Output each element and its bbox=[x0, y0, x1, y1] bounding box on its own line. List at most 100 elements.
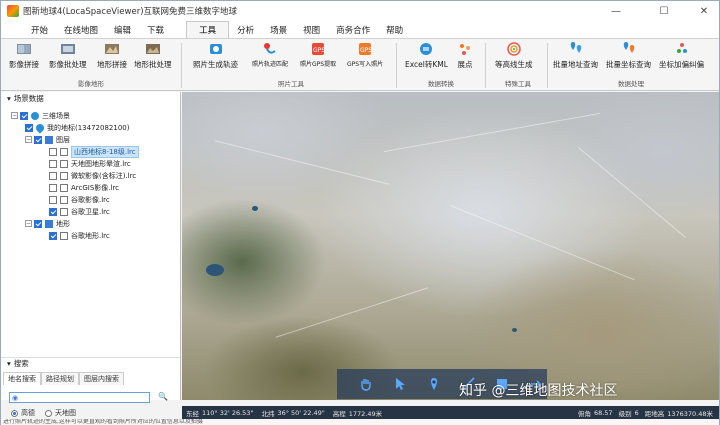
contour-icon bbox=[507, 42, 521, 56]
search-input-box: ◉ bbox=[9, 392, 150, 403]
globe-icon bbox=[31, 111, 39, 120]
collapse-toggle-icon[interactable]: − bbox=[25, 136, 32, 143]
layer-file-icon bbox=[60, 159, 68, 168]
layer-item[interactable]: 谷歌影像.lrc bbox=[49, 194, 110, 205]
watermark: 知乎 @三维地图技术社区 bbox=[459, 383, 618, 399]
checkbox[interactable] bbox=[34, 219, 42, 228]
close-button[interactable]: ✕ bbox=[689, 1, 719, 21]
radio-amap[interactable] bbox=[11, 409, 18, 417]
collapse-toggle-icon[interactable]: − bbox=[25, 220, 32, 227]
tab-online-map[interactable]: 在线地图 bbox=[56, 21, 106, 38]
tab-scene[interactable]: 场景 bbox=[262, 21, 295, 38]
ribbon-toolbar: 影像拼接 影像批处理 地形拼接 地形批处理 影像地形 照片生成轨迹 照片轨迹匹配… bbox=[1, 38, 719, 91]
layer-item[interactable]: 谷歌卫星.lrc bbox=[49, 206, 110, 217]
terrain-item[interactable]: 谷歌地形.lrc bbox=[49, 230, 110, 241]
location-pin-icon[interactable] bbox=[425, 375, 443, 393]
menu-tabs: 开始 在线地图 编辑 下载 工具 分析 场景 视图 商务合作 帮助 bbox=[1, 21, 719, 38]
contour-button[interactable]: 等高线生成 bbox=[495, 41, 533, 70]
tab-edit[interactable]: 编辑 bbox=[106, 21, 139, 38]
collapse-toggle-icon[interactable]: − bbox=[11, 112, 18, 119]
photo-track-match-button[interactable]: 照片轨迹匹配 bbox=[252, 41, 288, 68]
terrain-batch-button[interactable]: 地形批处理 bbox=[134, 41, 172, 70]
tab-tools[interactable]: 工具 bbox=[186, 21, 230, 38]
tree-item-terrain[interactable]: − 地形 bbox=[25, 218, 70, 229]
layer-item[interactable]: ArcGIS影像.lrc bbox=[49, 182, 119, 193]
distance-value: 1376370.48米 bbox=[667, 409, 713, 418]
tab-route-planning[interactable]: 路径规划 bbox=[41, 372, 79, 385]
radio-tianditu[interactable] bbox=[45, 409, 52, 417]
checkbox[interactable] bbox=[34, 135, 42, 144]
app-window: 图新地球4(LocaSpaceViewer)互联网免费三维数字地球 — ☐ ✕ … bbox=[0, 0, 720, 425]
search-source-options: 高德 天地图 bbox=[11, 408, 76, 418]
svg-text:GPS: GPS bbox=[360, 47, 372, 54]
batch-coord-query-button[interactable]: 批量坐标查询 bbox=[606, 41, 651, 70]
terrain-stitch-button[interactable]: 地形拼接 bbox=[97, 41, 127, 70]
photo-track-button[interactable]: 照片生成轨迹 bbox=[193, 41, 238, 70]
tab-place-search[interactable]: 地名搜索 bbox=[3, 372, 41, 385]
checkbox[interactable] bbox=[49, 171, 57, 180]
tab-view[interactable]: 视图 bbox=[295, 21, 328, 38]
checkbox[interactable] bbox=[49, 207, 57, 216]
layer-item[interactable]: 微软影像(含标注).lrc bbox=[49, 170, 136, 181]
tilt-value: 68.57 bbox=[593, 408, 613, 417]
image-stitch-icon bbox=[17, 44, 31, 54]
excel-to-kml-button[interactable]: Excel转KML bbox=[405, 41, 448, 70]
gps-extract-icon: GPS bbox=[312, 43, 325, 55]
hand-icon[interactable] bbox=[357, 375, 375, 393]
group-photo-tools: 照片工具 bbox=[278, 80, 304, 88]
gps-write-icon: GPS bbox=[359, 43, 372, 55]
coord-pin-icon bbox=[623, 42, 634, 53]
batch-address-query-button[interactable]: 批量地址查询 bbox=[553, 41, 598, 70]
tab-download[interactable]: 下载 bbox=[139, 21, 172, 38]
coord-correction-button[interactable]: 坐标加偏纠偏 bbox=[659, 41, 704, 70]
tab-analysis[interactable]: 分析 bbox=[229, 21, 262, 38]
tab-help[interactable]: 帮助 bbox=[378, 21, 411, 38]
pointer-icon[interactable] bbox=[391, 375, 409, 393]
tab-layer-search[interactable]: 图层内搜索 bbox=[79, 372, 124, 385]
maximize-button[interactable]: ☐ bbox=[649, 1, 679, 21]
search-input[interactable] bbox=[10, 394, 149, 403]
map-view[interactable] bbox=[182, 92, 719, 400]
collapse-icon[interactable]: ▾ bbox=[7, 94, 11, 103]
image-batch-button[interactable]: 影像批处理 bbox=[49, 41, 87, 70]
show-points-button[interactable]: 展点 bbox=[457, 41, 473, 70]
collapse-icon[interactable]: ▾ bbox=[7, 359, 11, 368]
checkbox[interactable] bbox=[49, 195, 57, 204]
lat-value: 36° 50' 22.49" bbox=[277, 408, 325, 417]
layer-item[interactable]: 天地图地形晕渲.lrc bbox=[49, 158, 131, 169]
checkbox[interactable] bbox=[49, 159, 57, 168]
lake bbox=[252, 206, 258, 211]
gps-write-photo-button[interactable]: GPS GPS写入照片 bbox=[347, 41, 383, 68]
image-stitch-button[interactable]: 影像拼接 bbox=[9, 41, 39, 70]
lake bbox=[206, 264, 224, 276]
search-panel-header: ▾ 搜索 bbox=[1, 357, 180, 369]
photo-track-icon bbox=[209, 44, 222, 54]
search-panel-title: 搜索 bbox=[13, 359, 29, 368]
level-label: 级别 bbox=[618, 409, 632, 418]
layer-file-icon bbox=[60, 195, 68, 204]
pin-icon bbox=[34, 121, 46, 134]
address-pin-icon bbox=[570, 42, 581, 53]
search-button[interactable]: 🔍 bbox=[157, 392, 169, 403]
tab-business[interactable]: 商务合作 bbox=[328, 21, 378, 38]
checkbox[interactable] bbox=[49, 183, 57, 192]
minimize-button[interactable]: — bbox=[601, 1, 631, 21]
radio-tianditu-label: 天地图 bbox=[55, 409, 76, 417]
tree-root-3d-scene[interactable]: − 三维场景 bbox=[11, 110, 70, 121]
group-data-processing: 数据处理 bbox=[618, 80, 644, 88]
location-pin-icon: ◉ bbox=[12, 394, 19, 402]
group-special-tools: 特殊工具 bbox=[505, 80, 531, 88]
lon-label: 东经 bbox=[186, 409, 199, 418]
layer-item[interactable]: 山西地标8-18级.lrc bbox=[49, 145, 139, 158]
app-logo-icon bbox=[7, 5, 19, 17]
layer-file-icon bbox=[60, 171, 68, 180]
checkbox[interactable] bbox=[25, 123, 33, 132]
checkbox[interactable] bbox=[20, 111, 28, 120]
layer-file-icon bbox=[60, 147, 68, 156]
photo-gps-extract-button[interactable]: GPS 照片GPS提取 bbox=[300, 41, 336, 68]
tree-item-layers[interactable]: − 图层 bbox=[25, 134, 70, 145]
tab-start[interactable]: 开始 bbox=[23, 21, 56, 38]
checkbox[interactable] bbox=[49, 147, 57, 156]
checkbox[interactable] bbox=[49, 231, 57, 240]
tree-item-my-places[interactable]: 我的地标(13472082100) bbox=[25, 121, 129, 134]
